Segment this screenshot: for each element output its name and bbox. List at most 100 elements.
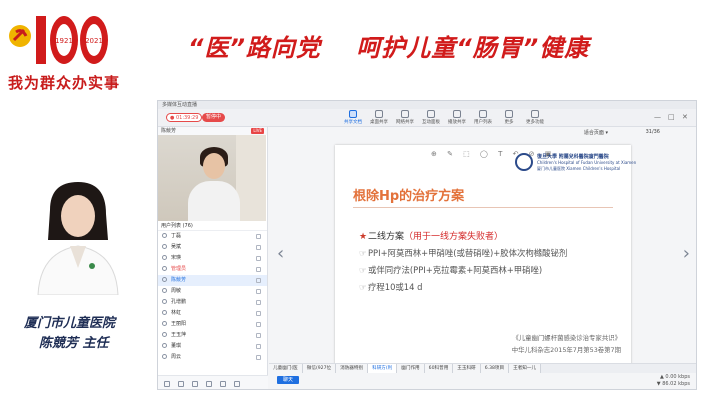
main-toolbar: ● 01:39:29 暂停中 共享文档 桌面共享 网络共享 互动面板 播放共享 … xyxy=(158,109,696,127)
minimize-button[interactable]: — xyxy=(654,114,661,121)
user-status-icon[interactable] xyxy=(256,311,261,316)
party-centenary-logo: 1921 2021 xyxy=(9,16,108,64)
user-status-icon[interactable] xyxy=(256,234,261,239)
document-tab[interactable]: 儿童幽门(医 xyxy=(269,364,303,373)
user-name: 丁磊 xyxy=(171,233,182,239)
user-name: 董琪 xyxy=(171,343,182,349)
presenter-video[interactable] xyxy=(158,135,266,221)
user-status-icon[interactable] xyxy=(256,267,261,272)
tool-web-share[interactable]: 网络共享 xyxy=(392,110,418,125)
user-status-icon[interactable] xyxy=(256,333,261,338)
user-status-icon[interactable] xyxy=(256,245,261,250)
user-name: 孔增鹏 xyxy=(171,299,187,305)
tool-desktop-share[interactable]: 桌面共享 xyxy=(366,110,392,125)
main-bullet-note: （用于一线方案失败者） xyxy=(404,232,504,242)
slide: ⊕ ✎ ⬚ ◯ T ↶ ⊘ ▣ 復旦大學 附屬兒科醫院廈門醫院 Children… xyxy=(335,145,636,369)
logo-line-3: 厦门市儿童医院 Xiamen Children's Hospital xyxy=(537,166,621,171)
user-list-item[interactable]: 王丽阳 xyxy=(158,319,267,330)
document-tab[interactable]: 60科普用 xyxy=(424,364,454,373)
user-status-icon[interactable] xyxy=(256,289,261,294)
document-tab[interactable]: 王玉科研 xyxy=(453,364,481,373)
document-tab[interactable]: 幽门作用 xyxy=(397,364,425,373)
user-name: 周云 xyxy=(171,354,182,360)
user-list-item[interactable]: 王玉萍 xyxy=(158,330,267,341)
tool-label: 用户列表 xyxy=(474,120,492,125)
fit-select[interactable]: 适合页面 ▾ xyxy=(584,129,608,136)
prev-page-icon[interactable]: ‹ xyxy=(277,245,284,263)
user-list-item[interactable]: 吴斌 xyxy=(158,242,267,253)
user-list-item[interactable]: 陈競芳 xyxy=(158,275,267,286)
banner-slogan: 我为群众办实事 xyxy=(8,74,121,92)
user-icon xyxy=(162,288,167,293)
user-icon xyxy=(162,244,167,249)
user-icon xyxy=(162,277,167,282)
user-status-icon[interactable] xyxy=(256,300,261,305)
slide-main-bullet: ★二线方案（用于一线方案失败者） xyxy=(359,229,503,242)
arrow-bullet-icon: ☞ xyxy=(359,265,367,275)
tool-more[interactable]: 更多 xyxy=(496,110,522,125)
document-tab[interactable]: 王者知一儿 xyxy=(509,364,542,373)
tool-share-doc[interactable]: 共享文档 xyxy=(340,110,366,125)
chat-button[interactable]: 聊天 xyxy=(277,376,300,384)
user-name: 宋瑛 xyxy=(171,255,182,261)
users-header: 用户列表 (76) xyxy=(158,221,267,231)
document-tab[interactable]: 科研方(利 xyxy=(368,364,398,373)
upload-speed-value: 0.00 kbps xyxy=(665,374,690,380)
settings-icon[interactable] xyxy=(192,381,198,387)
slide-line-text: 或伴同疗法(PPI+克拉霉素+阿莫西林+甲硝唑) xyxy=(368,265,543,275)
user-list-item[interactable]: 管理员 xyxy=(158,264,267,275)
document-tab[interactable]: 6.38项目 xyxy=(480,364,510,373)
slide-reference-source: 中华儿科杂志2015年7月第53卷第7期 xyxy=(511,346,621,354)
window-title: 多媒体互动直播 xyxy=(158,101,696,109)
user-name: 陈競芳 xyxy=(171,277,187,283)
user-list-item[interactable]: 孔增鹏 xyxy=(158,297,267,308)
camera-icon[interactable] xyxy=(178,381,184,387)
slide-line-text: PPI+阿莫西林+甲硝唑(或替硝唑)+胶体次枸橼酸铋剂 xyxy=(368,248,568,258)
panel-footer xyxy=(158,375,268,389)
user-status-icon[interactable] xyxy=(256,256,261,261)
page-indicator[interactable]: 31/36 xyxy=(646,129,660,135)
logo-line-2: Children's Hospital of Fudan University … xyxy=(537,160,637,165)
next-page-icon[interactable]: › xyxy=(683,245,690,263)
pause-button[interactable]: 暂停中 xyxy=(202,113,226,122)
hand-icon[interactable] xyxy=(220,381,226,387)
user-icon xyxy=(162,343,167,348)
user-status-icon[interactable] xyxy=(256,278,261,283)
download-speed: ▼ 86.02 kbps xyxy=(656,381,690,387)
user-list-item[interactable]: 丁磊 xyxy=(158,231,267,242)
slide-line: ☞疗程10或14 d xyxy=(359,281,422,293)
user-icon xyxy=(162,255,167,260)
user-list-item[interactable]: 林虹 xyxy=(158,308,267,319)
monitor-icon xyxy=(375,110,383,118)
headline-part-2: 呵护儿童“肠胃”健康 xyxy=(356,34,590,62)
user-name: 吴斌 xyxy=(171,244,182,250)
share-icon[interactable] xyxy=(206,381,212,387)
user-status-icon[interactable] xyxy=(256,344,261,349)
mic-icon[interactable] xyxy=(164,381,170,387)
user-list: 丁磊吴斌宋瑛管理员陈競芳周敏孔增鹏林虹 王丽阳 王玉萍董琪周云 xyxy=(158,231,267,363)
close-button[interactable]: ✕ xyxy=(682,114,688,121)
tool-interaction[interactable]: 互动面板 xyxy=(418,110,444,125)
tool-label: 共享文档 xyxy=(344,120,362,125)
tool-label: 更多功能 xyxy=(526,120,544,125)
user-status-icon[interactable] xyxy=(256,355,261,360)
tool-more-features[interactable]: 更多功能 xyxy=(522,110,548,125)
user-icon xyxy=(162,233,167,238)
recording-time-value: 01:39:29 xyxy=(175,115,199,121)
user-list-item[interactable]: 周云 xyxy=(158,352,267,363)
tool-user-list[interactable]: 用户列表 xyxy=(470,110,496,125)
user-list-item[interactable]: 宋瑛 xyxy=(158,253,267,264)
doctor-name: 陈競芳 主任 xyxy=(39,336,109,351)
user-icon xyxy=(162,321,167,326)
maximize-button[interactable]: □ xyxy=(668,114,675,121)
document-tab[interactable]: 消防器特别 xyxy=(336,364,369,373)
document-tab[interactable]: 微信(927位 xyxy=(302,364,337,373)
tool-label: 桌面共享 xyxy=(370,120,388,125)
user-list-item[interactable]: 周敏 xyxy=(158,286,267,297)
recording-timer: ● 01:39:29 xyxy=(166,113,203,122)
user-list-item[interactable]: 董琪 xyxy=(158,341,267,352)
chart-icon xyxy=(453,110,461,118)
tool-media-share[interactable]: 播放共享 xyxy=(444,110,470,125)
record-icon[interactable] xyxy=(234,381,240,387)
user-status-icon[interactable] xyxy=(256,322,261,327)
